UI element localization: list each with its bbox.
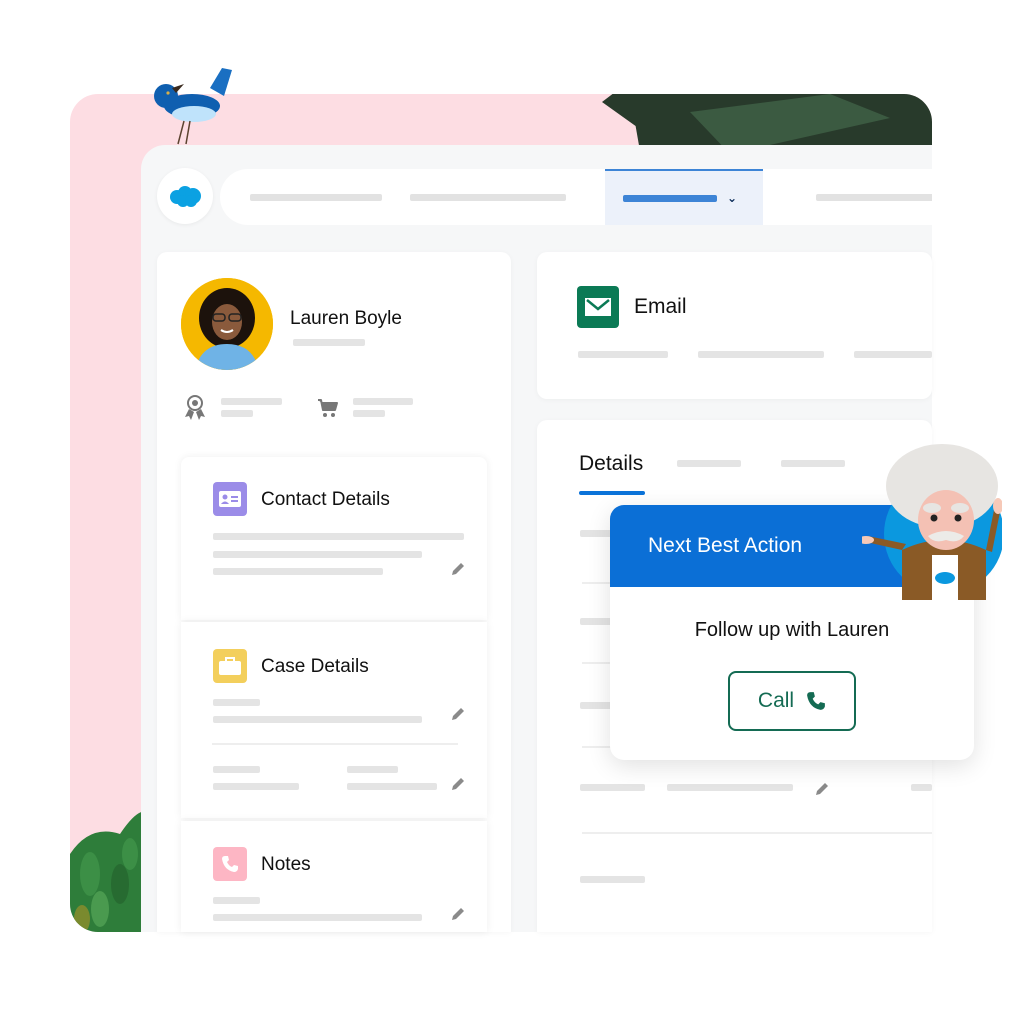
placeholder-text — [213, 551, 422, 558]
placeholder-text — [213, 897, 260, 904]
email-title: Email — [634, 295, 687, 318]
tab-details[interactable]: Details — [579, 452, 643, 476]
divider — [212, 743, 458, 745]
bush-decoration — [70, 811, 150, 932]
section-title: Contact Details — [261, 489, 390, 510]
nav-item-active[interactable]: ⌄ — [605, 169, 763, 225]
placeholder-text — [347, 766, 398, 773]
nav-item-2[interactable] — [410, 169, 566, 225]
tab-placeholder[interactable] — [677, 460, 741, 467]
envelope-icon — [577, 286, 619, 328]
contact-profile-card: Lauren Boyle Contact Details Case Detail… — [157, 252, 511, 932]
edit-pencil-icon[interactable] — [450, 561, 466, 577]
edit-pencil-icon[interactable] — [814, 781, 830, 797]
placeholder-text — [213, 716, 422, 723]
award-ribbon-icon — [185, 395, 205, 420]
placeholder-text — [353, 410, 385, 417]
chevron-down-icon[interactable]: ⌄ — [727, 191, 737, 205]
edit-pencil-icon[interactable] — [450, 776, 466, 792]
phone-icon — [807, 692, 825, 710]
case-details-section: Case Details — [181, 622, 487, 818]
contact-name: Lauren Boyle — [290, 308, 402, 329]
next-best-action-title: Next Best Action — [648, 534, 803, 557]
phone-icon — [213, 847, 247, 881]
nav-item-label — [410, 193, 566, 201]
placeholder-text — [854, 351, 932, 358]
placeholder-text — [911, 784, 932, 791]
placeholder-text — [353, 398, 413, 405]
nav-item-label — [816, 193, 932, 201]
placeholder-text — [698, 351, 824, 358]
contact-card-icon — [213, 482, 247, 516]
section-title: Notes — [261, 854, 311, 875]
section-title: Case Details — [261, 656, 369, 677]
placeholder-text — [221, 410, 253, 417]
placeholder-text — [221, 398, 282, 405]
call-button[interactable]: Call — [728, 671, 856, 731]
placeholder-text — [213, 533, 464, 540]
placeholder-text — [213, 766, 260, 773]
nav-item-1[interactable] — [250, 169, 382, 225]
notes-section: Notes — [181, 821, 487, 932]
top-navigation: ⌄ — [220, 169, 932, 225]
salesforce-logo-button[interactable] — [157, 168, 213, 224]
profile-photo — [181, 278, 273, 370]
nav-item-label — [623, 194, 717, 202]
divider — [582, 832, 932, 834]
placeholder-text — [213, 914, 422, 921]
placeholder-text — [580, 876, 645, 883]
avatar[interactable] — [181, 278, 273, 370]
briefcase-icon — [213, 649, 247, 683]
edit-pencil-icon[interactable] — [450, 706, 466, 722]
salesforce-cloud-icon — [170, 186, 201, 207]
call-button-label: Call — [757, 689, 795, 712]
bird-mascot-icon — [154, 68, 232, 145]
placeholder-text — [347, 783, 437, 790]
active-tab-indicator — [579, 491, 645, 495]
placeholder-text — [293, 339, 365, 346]
placeholder-text — [213, 568, 383, 575]
recommendation-message: Follow up with Lauren — [694, 619, 890, 641]
nav-item-label — [250, 193, 382, 201]
divider — [582, 746, 612, 748]
placeholder-text — [578, 351, 668, 358]
nav-item-4[interactable] — [816, 169, 932, 225]
placeholder-text — [667, 784, 793, 791]
divider — [582, 582, 612, 584]
placeholder-text — [213, 699, 260, 706]
shopping-cart-icon — [318, 399, 338, 417]
email-card[interactable]: Email — [537, 252, 932, 399]
divider — [582, 662, 612, 664]
placeholder-text — [213, 783, 299, 790]
placeholder-text — [580, 784, 645, 791]
contact-details-section: Contact Details — [181, 457, 487, 620]
edit-pencil-icon[interactable] — [450, 906, 466, 922]
einstein-mascot-icon — [862, 444, 1002, 600]
tab-placeholder[interactable] — [781, 460, 845, 467]
